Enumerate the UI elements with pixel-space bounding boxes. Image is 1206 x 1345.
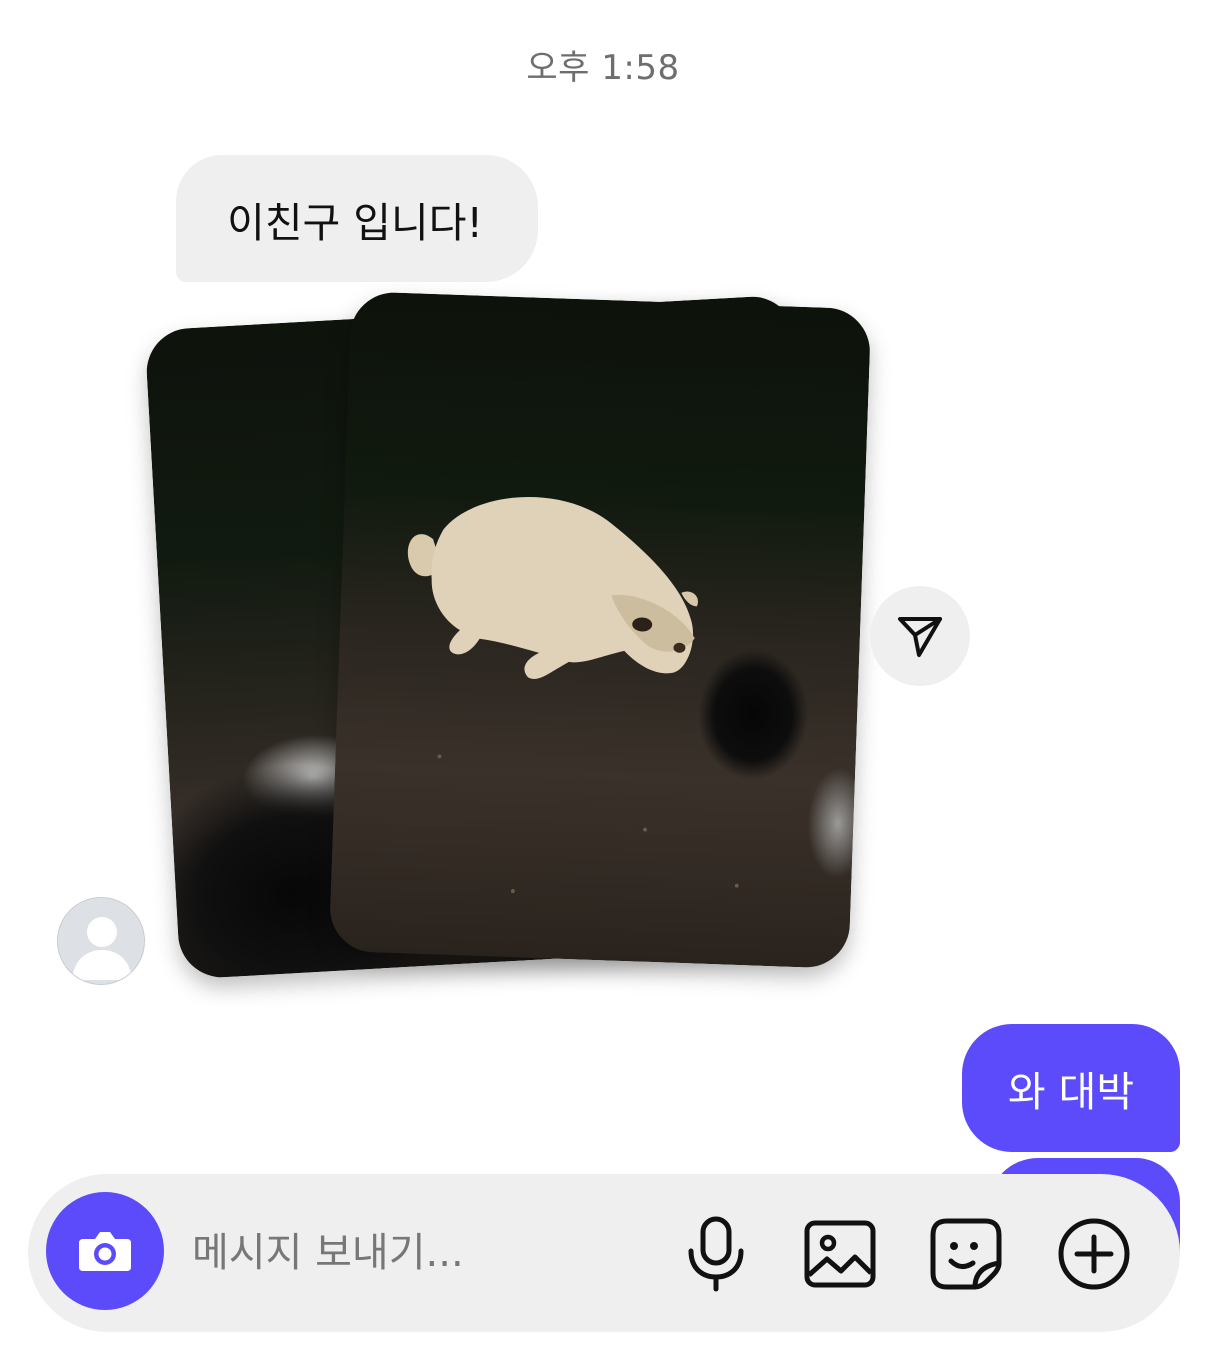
sticker-icon <box>930 1218 1002 1290</box>
photo-front[interactable] <box>328 291 872 969</box>
raccoon-dog-image <box>407 497 698 679</box>
incoming-message-text: 이친구 입니다! <box>227 198 483 247</box>
microphone-icon <box>688 1216 744 1292</box>
camera-button[interactable] <box>46 1192 164 1310</box>
default-avatar-icon <box>58 898 144 984</box>
message-input[interactable] <box>190 1214 664 1292</box>
camera-icon <box>79 1232 131 1271</box>
outgoing-message-text: 와 대박 <box>1007 1068 1135 1116</box>
add-button[interactable] <box>1054 1214 1134 1294</box>
message-composer <box>28 1174 1180 1332</box>
share-icon <box>898 617 942 657</box>
image-icon <box>804 1220 876 1288</box>
incoming-message-bubble[interactable]: 이친구 입니다! <box>176 155 538 282</box>
outgoing-message-bubble[interactable]: 와 대박 <box>962 1024 1180 1152</box>
sticker-button[interactable] <box>926 1214 1006 1294</box>
add-icon <box>1058 1218 1130 1290</box>
photo-stack[interactable] <box>144 290 880 990</box>
share-button[interactable] <box>870 586 970 686</box>
sender-avatar[interactable] <box>57 897 145 985</box>
gallery-button[interactable] <box>800 1214 880 1294</box>
message-timestamp: 오후 1:58 <box>526 48 680 88</box>
voice-message-button[interactable] <box>676 1214 756 1294</box>
